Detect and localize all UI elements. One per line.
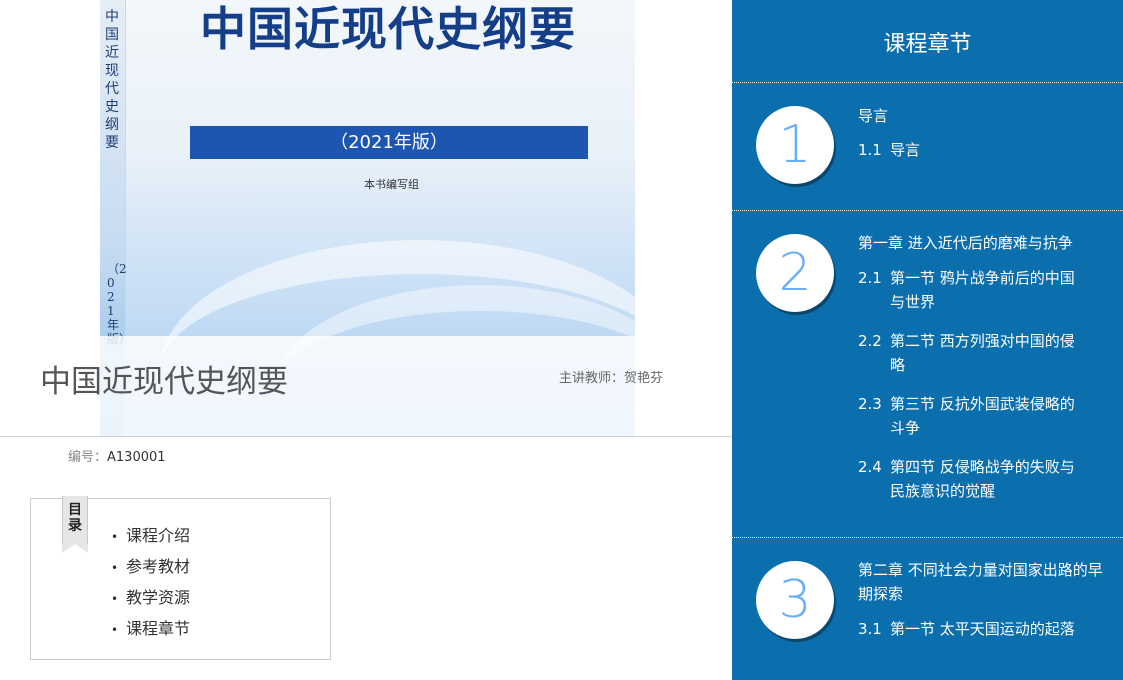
section-title: 第一节 鸦片战争前后的中国与世界 — [890, 269, 1075, 311]
toc-list: 课程介绍 参考教材 教学资源 课程章节 — [111, 521, 190, 645]
toc-box: 目录 课程介绍 参考教材 教学资源 课程章节 — [30, 496, 331, 660]
chapter-block: 3 第二章 不同社会力量对国家出路的早期探索 3.1 第一节 太平天国运动的起落 — [732, 539, 1123, 680]
chapters-panel-header: 课程章节 — [732, 0, 1123, 83]
chapter-title[interactable]: 导言 — [858, 104, 1108, 128]
section-link[interactable]: 2.4 第四节 反侵略战争的失败与民族意识的觉醒 — [858, 455, 1083, 503]
teacher-label: 主讲教师：贺艳芬 — [559, 371, 664, 386]
toc-bookmark-tag: 目录 — [62, 496, 88, 553]
section-link[interactable]: 2.1 第一节 鸦片战争前后的中国与世界 — [858, 266, 1083, 314]
chapter-title[interactable]: 第二章 不同社会力量对国家出路的早期探索 — [858, 558, 1108, 606]
section-title: 第四节 反侵略战争的失败与民族意识的觉醒 — [890, 458, 1075, 500]
section-link[interactable]: 2.3 第三节 反抗外国武装侵略的斗争 — [858, 392, 1083, 440]
section-title: 第二节 西方列强对中国的侵略 — [890, 332, 1075, 374]
course-page: 中国近现代史纲要 （2021年版） 中国近现代史纲要 （2021年版） 本书编写… — [0, 0, 1123, 680]
book-cover-title: 中国近现代史纲要 — [200, 2, 576, 56]
chapter-number-badge: 1 — [756, 106, 834, 184]
course-code-value: A130001 — [107, 450, 166, 465]
toc-item-course-intro[interactable]: 课程介绍 — [111, 521, 190, 552]
chapter-title[interactable]: 第一章 进入近代后的磨难与抗争 — [858, 231, 1108, 255]
toc-item-teaching-resources[interactable]: 教学资源 — [111, 583, 190, 614]
chapter-number-badge: 2 — [756, 234, 834, 312]
section-number: 2.1 — [858, 269, 882, 287]
course-code-label: 编号： — [68, 450, 108, 465]
book-cover-edition: （2021年版） — [190, 126, 588, 159]
section-number: 2.3 — [858, 395, 882, 413]
section-title: 第一节 太平天国运动的起落 — [890, 620, 1075, 638]
chapter-block: 2 第一章 进入近代后的磨难与抗争 2.1 第一节 鸦片战争前后的中国与世界 2… — [732, 212, 1123, 538]
section-number: 2.4 — [858, 458, 882, 476]
toc-tag-label: 目录 — [68, 502, 82, 534]
book-spine-title: 中国近现代史纲要 — [105, 9, 119, 151]
section-link[interactable]: 2.2 第二节 西方列强对中国的侵略 — [858, 329, 1083, 377]
book-spine-edition: （2021年版） — [107, 262, 131, 346]
book-cover-author: 本书编写组 — [364, 178, 419, 191]
toc-item-reference-books[interactable]: 参考教材 — [111, 552, 190, 583]
section-number: 3.1 — [858, 620, 882, 638]
course-cover-banner: 中国近现代史纲要 （2021年版） 中国近现代史纲要 （2021年版） 本书编写… — [0, 0, 732, 436]
chapter-block: 1 导言 1.1 导言 — [732, 84, 1123, 211]
section-title: 第三节 反抗外国武装侵略的斗争 — [890, 395, 1075, 437]
chapters-panel-title: 课程章节 — [883, 32, 972, 57]
chapter-number-badge: 3 — [756, 561, 834, 639]
section-link[interactable]: 3.1 第一节 太平天国运动的起落 — [858, 617, 1083, 641]
section-link[interactable]: 1.1 导言 — [858, 138, 1083, 162]
course-code: 编号：A130001 — [68, 449, 166, 467]
divider — [0, 436, 732, 437]
toc-item-course-chapters[interactable]: 课程章节 — [111, 614, 190, 645]
page-title: 中国近现代史纲要 — [40, 364, 288, 400]
section-title: 导言 — [890, 141, 921, 159]
section-number: 1.1 — [858, 141, 882, 159]
course-info-column: 中国近现代史纲要 （2021年版） 中国近现代史纲要 （2021年版） 本书编写… — [0, 0, 732, 680]
section-number: 2.2 — [858, 332, 882, 350]
chapters-panel: 课程章节 1 导言 1.1 导言 2 第一章 进入近代后的磨难与抗争 2.1 第… — [732, 0, 1123, 680]
